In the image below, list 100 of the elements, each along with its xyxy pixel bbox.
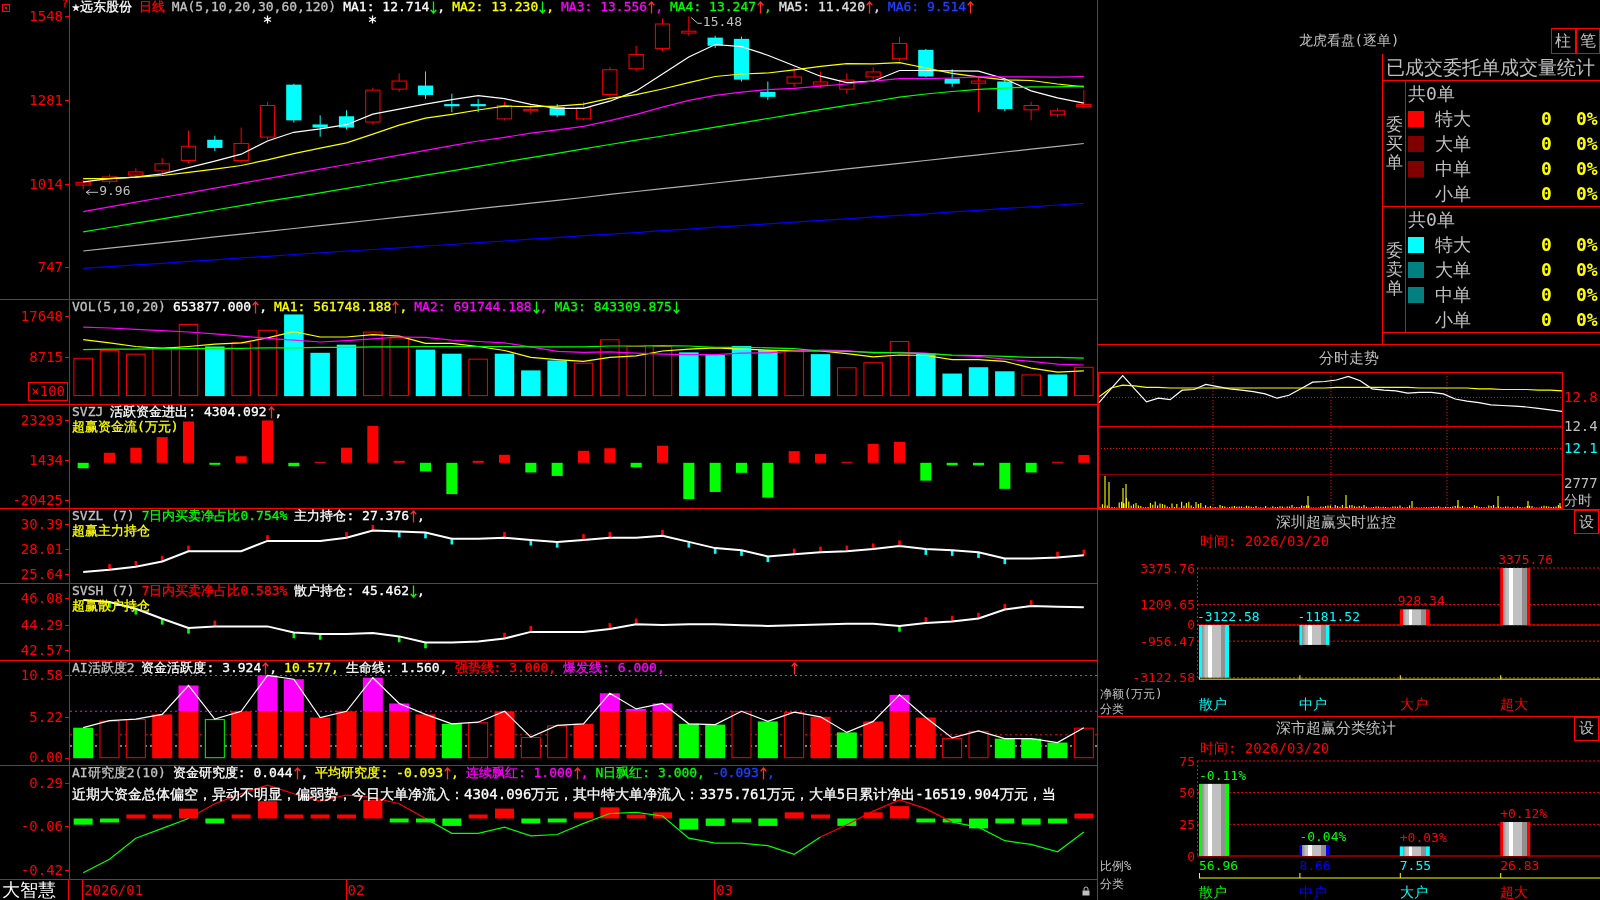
brand-label: 大智慧 xyxy=(2,879,56,900)
order-size-label: 中单 xyxy=(1435,284,1472,305)
order-count: 0 xyxy=(1541,133,1553,154)
indicator-label: MA5: 11.420 xyxy=(778,0,865,14)
volume-unit-label: ×100 xyxy=(28,382,68,401)
indicator-label: 平均研究度: -0.093 xyxy=(315,766,444,780)
panel-title: 龙虎看盘(逐单) xyxy=(1297,32,1401,50)
order-size-label: 小单 xyxy=(1435,183,1472,204)
legend-separator: , xyxy=(417,584,425,598)
legend-separator: , xyxy=(417,509,425,523)
order-count: 0 xyxy=(1541,309,1553,330)
order-share: 0% xyxy=(1576,309,1599,330)
indicator-label: MA(5,10,20,30,60,120) xyxy=(171,0,337,14)
indicator-label: 连续飘红: 1.000 xyxy=(465,766,573,780)
legend-separator: , xyxy=(580,766,589,780)
indicator-label: SVSH (7) xyxy=(72,584,135,598)
indicator-label: MA3: 843309.875 xyxy=(554,300,672,314)
section-title: 深市超赢分类统计 xyxy=(1275,719,1397,738)
indicator-label: SVZL (7) xyxy=(72,509,135,523)
indicator-label: MA6: 9.514 xyxy=(887,0,967,14)
legend-separator: , xyxy=(451,766,459,780)
order-count: 0 xyxy=(1541,259,1553,280)
order-count: 0 xyxy=(1541,234,1553,255)
legend-separator: , xyxy=(873,0,881,14)
axis-label: 1434 xyxy=(29,452,63,469)
legend-separator: , xyxy=(259,300,268,314)
change-label: +0.12% xyxy=(1500,806,1548,821)
indicator-label: MA3: 13.556 xyxy=(561,0,648,14)
data-label: 56.96 xyxy=(1199,858,1239,873)
total-count: 共0单 xyxy=(1408,209,1455,230)
legend-separator: , xyxy=(269,661,278,675)
axis-label: 25 xyxy=(1179,816,1195,832)
data-label: -3122.58 xyxy=(1197,609,1260,624)
data-label: 928.34 xyxy=(1397,593,1445,609)
axis-label: 12.8 xyxy=(1564,390,1598,405)
order-size-label: 特大 xyxy=(1435,108,1472,129)
axis-label: 12.1 xyxy=(1564,441,1598,456)
indicator-label: 7日内买卖净占比0.754% xyxy=(141,509,288,523)
axis-label: 5.22 xyxy=(29,709,63,726)
indicator-label: MA1: 12.714 xyxy=(343,0,430,14)
legend-separator: , xyxy=(274,405,283,419)
category-label: 散户 xyxy=(1199,696,1227,712)
data-label: 8.66 xyxy=(1299,858,1331,873)
indicator-label: 散户持仓: 45.462 xyxy=(294,584,410,598)
order-share: 0% xyxy=(1576,158,1599,179)
price-label: 9.96 xyxy=(99,184,131,199)
legend-separator: , xyxy=(655,0,663,14)
indicator-label: AI活跃度2 xyxy=(72,661,135,675)
axis-marker-text: ? xyxy=(61,0,68,9)
order-share: 0% xyxy=(1576,133,1599,154)
date-label: 02 xyxy=(345,880,365,900)
category-label: 超大 xyxy=(1500,883,1529,900)
axis-title: 分类 xyxy=(1100,877,1124,891)
indicator-label: 日线 xyxy=(138,0,165,14)
order-count: 0 xyxy=(1541,158,1553,179)
category-label: 大户 xyxy=(1399,883,1428,900)
indicator-label: SVZJ xyxy=(72,405,104,419)
legend-separator: , xyxy=(399,300,408,314)
axis-label: 1281 xyxy=(29,91,63,108)
indicator-label: 强势线: 3.000, xyxy=(454,661,557,675)
legend-separator: , xyxy=(437,0,446,14)
total-count: 共0单 xyxy=(1408,83,1455,104)
order-share: 0% xyxy=(1576,108,1599,129)
category-label: 中户 xyxy=(1299,696,1328,712)
axis-label: 44.29 xyxy=(20,616,63,633)
data-label: -1181.52 xyxy=(1297,609,1361,624)
indicator-label: VOL(5,10,20) xyxy=(72,300,166,314)
indicator-label: 7日内买卖净占比0.583% xyxy=(141,584,288,598)
indicator-label: 资金研究度: 0.044 xyxy=(172,766,293,780)
axis-label: 0 xyxy=(1187,848,1195,864)
axis-title: 比例% xyxy=(1100,859,1132,873)
axis-label: -0.42 xyxy=(20,862,63,879)
date-label: 03 xyxy=(714,880,733,900)
price-label: 15.48 xyxy=(702,15,742,30)
indicator-label: 10.577, xyxy=(284,661,339,675)
axis-label: 1014 xyxy=(29,175,63,192)
axis-label: 0.00 xyxy=(29,749,63,765)
indicator-label: MA4: 13.247 xyxy=(669,0,757,14)
axis-title: 分类 xyxy=(1100,702,1124,716)
indicator-label: N日飘红: 3.000, xyxy=(595,766,705,780)
legend-separator: , xyxy=(539,300,548,314)
indicator-label: 653877.000 xyxy=(172,300,252,314)
group-label: 委卖单 xyxy=(1385,241,1403,298)
indicator-label: MA2: 691744.188 xyxy=(414,300,532,314)
axis-label: 46.08 xyxy=(20,590,63,607)
change-label: -0.11% xyxy=(1199,767,1246,783)
order-share: 0% xyxy=(1576,259,1599,280)
axis-label: 1548 xyxy=(29,8,63,25)
axis-label: 42.57 xyxy=(20,642,63,659)
indicator-label: 主力持仓: 27.376 xyxy=(294,509,410,523)
axis-label: 1209.65 xyxy=(1140,597,1195,613)
order-share: 0% xyxy=(1576,234,1599,255)
category-label: 散户 xyxy=(1199,883,1227,900)
change-label: -0.04% xyxy=(1299,829,1347,845)
change-label: +0.03% xyxy=(1399,830,1447,846)
category-label: 大户 xyxy=(1399,696,1428,712)
indicator-label: AI研究度2(10) xyxy=(72,766,166,780)
order-size-label: 中单 xyxy=(1435,158,1472,179)
axis-label: 3375.76 xyxy=(1140,560,1195,576)
indicator-label: 生命线: 1.560, xyxy=(345,661,448,675)
